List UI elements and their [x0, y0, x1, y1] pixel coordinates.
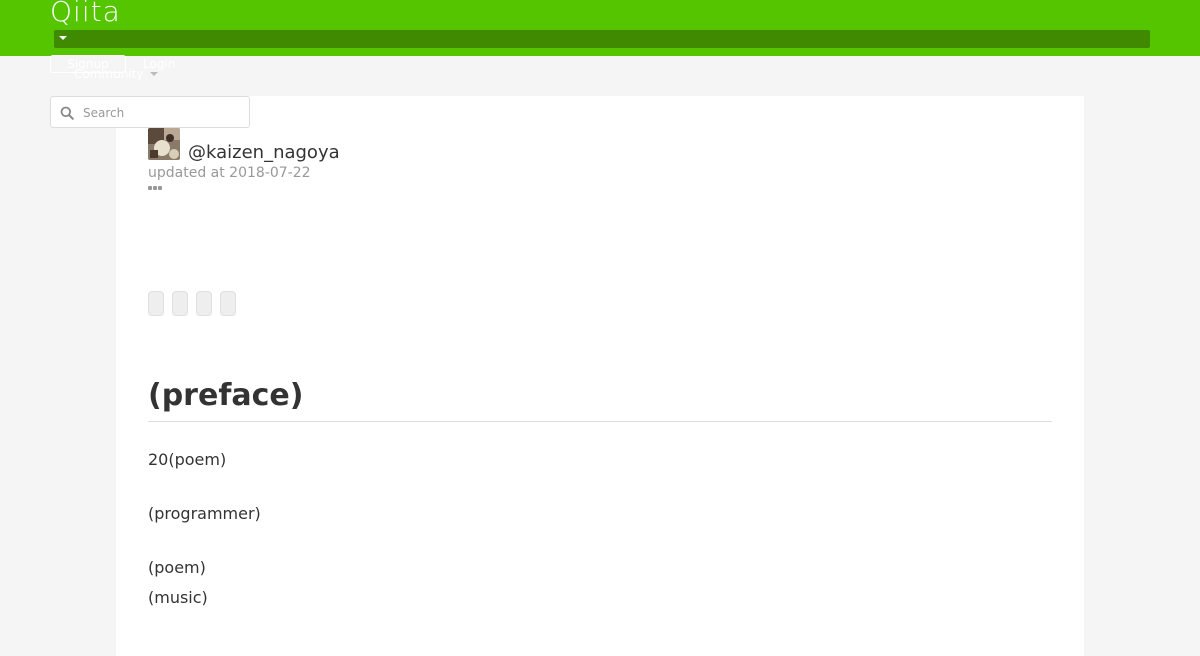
- paragraph: 20(poem): [148, 450, 227, 469]
- paragraph: (music): [148, 588, 208, 607]
- author-username[interactable]: @kaizen_nagoya: [188, 142, 340, 164]
- header-menu-bar[interactable]: [54, 30, 1150, 48]
- community-menu[interactable]: Community: [74, 66, 143, 82]
- search-box[interactable]: [50, 96, 250, 128]
- heading-divider: [148, 421, 1052, 422]
- updated-date: updated at 2018-07-22: [148, 165, 311, 181]
- qiita-logo[interactable]: Qiita: [50, 0, 121, 30]
- search-icon: [60, 106, 74, 120]
- search-input[interactable]: [81, 103, 245, 123]
- paragraph: (poem): [148, 558, 206, 577]
- login-link[interactable]: Login: [143, 55, 175, 73]
- avatar[interactable]: [148, 128, 180, 160]
- paragraph: (programmer): [148, 504, 261, 523]
- chevron-down-icon[interactable]: [150, 72, 158, 76]
- tag[interactable]: [220, 291, 236, 316]
- article-card: @kaizen_nagoya updated at 2018-07-22 (pr…: [116, 96, 1084, 656]
- chevron-down-icon[interactable]: [59, 36, 67, 40]
- tag[interactable]: [148, 291, 164, 316]
- site-header: Qiita: [0, 0, 1200, 56]
- article-heading: (preface): [148, 378, 304, 413]
- tag[interactable]: [172, 291, 188, 316]
- tag[interactable]: [196, 291, 212, 316]
- more-icon[interactable]: [148, 186, 164, 192]
